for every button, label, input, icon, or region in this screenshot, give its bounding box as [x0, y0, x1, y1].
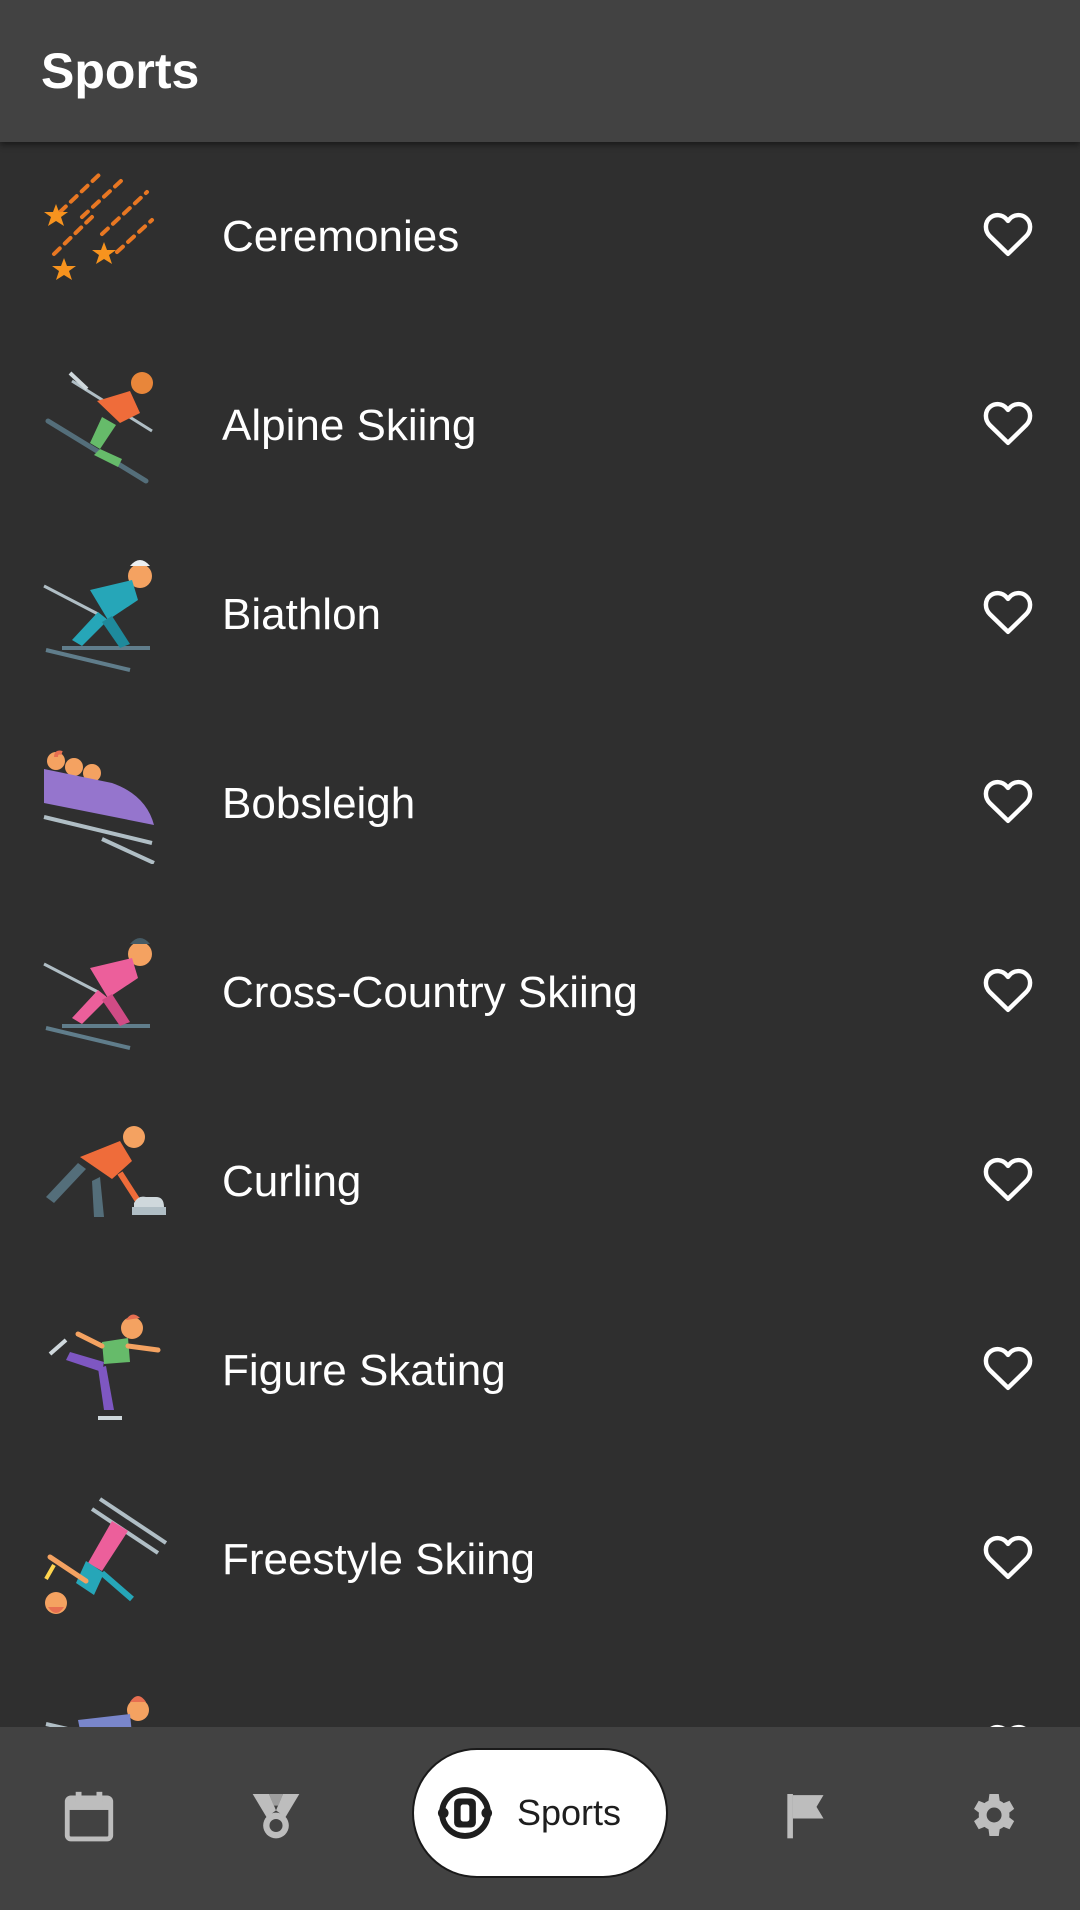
sport-row-cross-country-skiing[interactable]: Cross-Country Skiing: [0, 898, 1080, 1087]
sports-icon: [437, 1787, 493, 1839]
sport-label: Bobsleigh: [222, 779, 416, 828]
cross-country-skier-icon: [43, 938, 152, 1050]
heart-outline-icon[interactable]: [980, 773, 1036, 829]
nav-medals[interactable]: [216, 1727, 334, 1910]
curling-icon: [46, 1126, 166, 1217]
heart-outline-icon[interactable]: [980, 962, 1036, 1018]
sport-label: Ice Hockey: [222, 1654, 440, 1727]
freestyle-skier-icon: [44, 1497, 167, 1614]
nav-sports-label: Sports: [517, 1792, 622, 1833]
sport-row-figure-skating[interactable]: Figure Skating: [0, 1276, 1080, 1465]
bottom-navigation: Sports: [0, 1727, 1080, 1910]
sport-label: Ceremonies: [222, 212, 460, 261]
nav-schedule[interactable]: [30, 1727, 148, 1910]
flag-icon: [787, 1794, 824, 1839]
calendar-icon: [64, 1791, 114, 1842]
heart-outline-icon[interactable]: [980, 1340, 1036, 1396]
nav-settings[interactable]: [932, 1727, 1050, 1910]
sport-label: Biathlon: [222, 590, 382, 639]
fireworks-stars-icon: [44, 172, 154, 280]
heart-outline-icon[interactable]: [980, 1529, 1036, 1585]
sports-list[interactable]: Ceremonies Alpine Skiing Biathlon Bobsle…: [0, 142, 1080, 1727]
sport-label: Cross-Country Skiing: [222, 968, 638, 1017]
page-title: Sports: [41, 43, 200, 99]
biathlon-skier-icon: [43, 560, 152, 672]
heart-outline-icon[interactable]: [980, 395, 1036, 451]
ice-hockey-icon: [45, 1696, 149, 1727]
sport-label: Freestyle Skiing: [222, 1535, 536, 1584]
sport-row-ice-hockey[interactable]: Ice Hockey: [0, 1654, 1080, 1727]
sport-row-bobsleigh[interactable]: Bobsleigh: [0, 709, 1080, 898]
heart-outline-icon[interactable]: [980, 206, 1036, 262]
heart-outline-icon[interactable]: [980, 584, 1036, 640]
nav-countries[interactable]: [746, 1727, 864, 1910]
sport-row-alpine-skiing[interactable]: Alpine Skiing: [0, 331, 1080, 520]
heart-outline-icon[interactable]: [980, 1718, 1036, 1727]
bobsleigh-icon: [43, 750, 155, 864]
nav-sports-selected[interactable]: Sports: [414, 1750, 666, 1876]
sport-row-biathlon[interactable]: Biathlon: [0, 520, 1080, 709]
sport-label: Curling: [222, 1157, 362, 1206]
sport-label: Alpine Skiing: [222, 401, 477, 450]
settings-gear-icon: [974, 1794, 1015, 1836]
sport-row-freestyle-skiing[interactable]: Freestyle Skiing: [0, 1465, 1080, 1654]
app-bar: Sports: [0, 0, 1080, 142]
sport-row-ceremonies[interactable]: Ceremonies: [0, 142, 1080, 331]
heart-outline-icon[interactable]: [980, 1151, 1036, 1207]
figure-skater-icon: [48, 1314, 161, 1420]
sport-label: Figure Skating: [222, 1346, 506, 1395]
alpine-skier-icon: [45, 371, 153, 484]
sport-row-curling[interactable]: Curling: [0, 1087, 1080, 1276]
medals-icon: [252, 1794, 300, 1839]
